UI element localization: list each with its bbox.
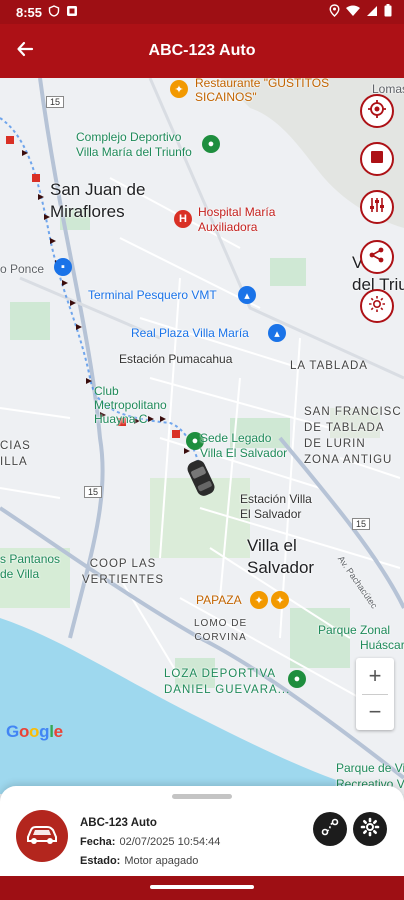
back-button[interactable]	[12, 38, 38, 64]
share-button[interactable]	[360, 240, 394, 274]
car-icon	[25, 823, 59, 850]
restaurant-icon[interactable]: ✦	[250, 591, 268, 609]
map-label: PAPAZA	[196, 593, 242, 607]
map-view[interactable]: 15 15 15 ✦ Restaurante "GUSTITOS SICAINO…	[0, 78, 404, 794]
zoom-control: + −	[356, 658, 394, 730]
google-logo: Google	[6, 722, 63, 741]
route-shield: 15	[84, 486, 103, 498]
vehicle-name: ABC-123 Auto	[80, 817, 157, 829]
status-label: Estado:	[80, 855, 121, 867]
map-label: San Juan de Miraflores	[50, 180, 146, 221]
route-history-button[interactable]	[313, 812, 347, 846]
vehicle-info-sheet: ABC-123 Auto Fecha: 02/07/2025 10:54:44 E…	[0, 786, 404, 878]
map-label: Club Metropolitano Huayna C	[94, 384, 167, 426]
share-icon	[368, 246, 386, 269]
map-label: Estación Villa El Salvador	[240, 492, 312, 521]
map-label: o Ponce	[0, 262, 45, 276]
map-label: Terminal Pesquero VMT	[88, 288, 217, 302]
map-label: COOP LAS VERTIENTES	[82, 558, 164, 586]
app-bar: ABC-123 Auto	[0, 24, 404, 78]
map-label: Hospital María Auxiliadora	[198, 205, 276, 234]
route-shield: 15	[352, 518, 371, 530]
system-nav-bar	[0, 876, 404, 900]
date-label: Fecha:	[80, 836, 116, 848]
map-label: Complejo Deportivo Villa María del Triun…	[76, 130, 192, 159]
bus-icon[interactable]: ▪	[54, 258, 72, 276]
stop-icon	[369, 149, 385, 170]
park-icon[interactable]: ●	[288, 670, 306, 688]
target-icon	[368, 99, 386, 123]
status-value: Motor apagado	[124, 855, 199, 867]
sliders-icon	[368, 196, 386, 219]
vehicle-avatar	[16, 810, 68, 862]
map-label: CIAS ILLA	[0, 440, 31, 468]
arrow-left-icon	[16, 40, 34, 63]
date-value: 02/07/2025 10:54:44	[119, 836, 221, 848]
brightness-icon	[368, 295, 386, 318]
map-label: LOZA DEPORTIVA DANIEL GUEVARA...	[164, 668, 291, 696]
map-label: Parque Zonal Huáscar	[318, 623, 404, 652]
map-label: LA TABLADA	[290, 360, 368, 372]
status-bar: 8:55	[0, 0, 404, 24]
shopping-icon[interactable]: ▴	[268, 324, 286, 342]
map-label: LOMO DE CORVINA	[194, 618, 248, 643]
restaurant-icon[interactable]: ✦	[170, 80, 188, 98]
notification-icon	[66, 5, 78, 20]
shield-icon	[48, 4, 60, 20]
route-icon	[320, 817, 340, 842]
home-gesture-bar[interactable]	[150, 885, 254, 889]
settings-button[interactable]	[353, 812, 387, 846]
restaurant-icon[interactable]: ✦	[271, 591, 289, 609]
brightness-button[interactable]	[360, 289, 394, 323]
center-location-button[interactable]	[360, 94, 394, 128]
location-icon	[329, 4, 340, 20]
map-label: SAN FRANCISC DE TABLADA DE LURIN ZONA AN…	[304, 406, 402, 466]
stop-button[interactable]	[360, 142, 394, 176]
map-label: s Pantanos de Villa	[0, 552, 61, 581]
vehicle-info: ABC-123 Auto Fecha: 02/07/2025 10:54:44 E…	[80, 814, 220, 871]
battery-icon	[384, 4, 392, 20]
zoom-in-button[interactable]: +	[356, 658, 394, 694]
status-time: 8:55	[16, 4, 43, 20]
park-icon[interactable]: ●	[202, 135, 220, 153]
map-label: Restaurante "GUSTITOS SICAINOS"	[195, 78, 330, 104]
zoom-out-button[interactable]: −	[356, 694, 394, 730]
shopping-icon[interactable]: ▴	[238, 286, 256, 304]
map-label: Sede Legado Villa El Salvador	[200, 431, 288, 460]
map-label: Estación Pumacahua	[119, 352, 233, 366]
map-label: Villa el Salvador	[247, 536, 315, 577]
drag-handle[interactable]	[172, 794, 232, 799]
gear-icon	[360, 817, 380, 842]
map-label: Real Plaza Villa María	[131, 326, 249, 340]
page-title: ABC-123 Auto	[148, 42, 256, 59]
hospital-icon[interactable]: H	[174, 210, 192, 228]
wifi-icon	[346, 5, 360, 20]
route-shield: 15	[46, 96, 65, 108]
filters-button[interactable]	[360, 190, 394, 224]
signal-icon	[366, 5, 378, 20]
